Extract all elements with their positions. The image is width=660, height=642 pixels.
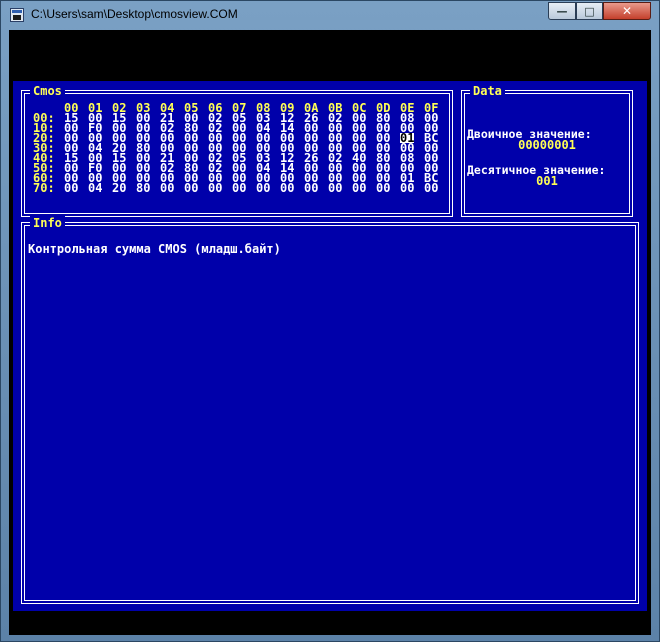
dos-screen: Cmos 00 01 02 03 04 05 06 07 08 09 0A 0B 0C 0D 0E 0F 00:… (13, 81, 647, 611)
cmos-cell[interactable]: 00 (184, 182, 208, 194)
app-window: C:\Users\sam\Desktop\cmosview.COM — □ ✕ … (0, 0, 660, 642)
cmos-cell[interactable]: 80 (136, 182, 160, 194)
cmos-cell[interactable]: 00 (376, 182, 400, 194)
cmos-cell[interactable]: 00 (400, 182, 424, 194)
title-bar[interactable]: C:\Users\sam\Desktop\cmosview.COM — □ ✕ (1, 1, 659, 29)
window-title: C:\Users\sam\Desktop\cmosview.COM (31, 7, 238, 21)
cmos-cell[interactable]: 00 (208, 182, 232, 194)
minimize-icon: — (556, 4, 568, 18)
minimize-button[interactable]: — (548, 2, 576, 20)
maximize-icon: □ (584, 4, 595, 18)
info-description: Контрольная сумма CMOS (младш.байт) (28, 242, 281, 256)
cmos-cell[interactable]: 00 (328, 182, 352, 194)
cmos-cell[interactable]: 00 (232, 182, 256, 194)
info-panel: Info Контрольная сумма CMOS (младш.байт) (21, 216, 639, 604)
cmos-panel: Cmos 00 01 02 03 04 05 06 07 08 09 0A 0B 0C 0D 0E 0F 00:… (21, 84, 453, 217)
cmos-cell[interactable]: 20 (112, 182, 136, 194)
console-app-icon[interactable] (10, 8, 24, 22)
cmos-cell[interactable]: 04 (88, 182, 112, 194)
cmos-cell[interactable]: 00 (280, 182, 304, 194)
console-area[interactable]: Cmos 00 01 02 03 04 05 06 07 08 09 0A 0B 0C 0D 0E 0F 00:… (9, 30, 651, 635)
cmos-row: 70: 00 04 20 80 00 00 00 00 00 00 00 00 00 00 00 00 (33, 181, 448, 195)
cmos-row-address: 70: (33, 181, 55, 195)
cmos-cell[interactable]: 00 (424, 182, 448, 194)
cmos-cell[interactable]: 00 (64, 182, 88, 194)
close-button[interactable]: ✕ (603, 2, 651, 20)
cmos-cell[interactable]: 00 (256, 182, 280, 194)
cmos-cell[interactable]: 00 (352, 182, 376, 194)
cmos-panel-title: Cmos (30, 84, 65, 98)
binary-value: 00000001 (518, 138, 576, 152)
cmos-hex-grid: 00 01 02 03 04 05 06 07 08 09 0A 0B 0C 0D 0E 0F 00: 15 00 1… (33, 102, 448, 195)
cmos-cell[interactable]: 00 (304, 182, 328, 194)
data-panel-title: Data (470, 84, 505, 98)
info-panel-title: Info (30, 216, 65, 230)
close-icon: ✕ (621, 4, 633, 18)
cmos-cell[interactable]: 00 (160, 182, 184, 194)
data-panel: Data Двоичное значение: 00000001 Десятич… (461, 84, 633, 217)
maximize-button[interactable]: □ (576, 2, 603, 20)
decimal-value: 001 (536, 174, 558, 188)
